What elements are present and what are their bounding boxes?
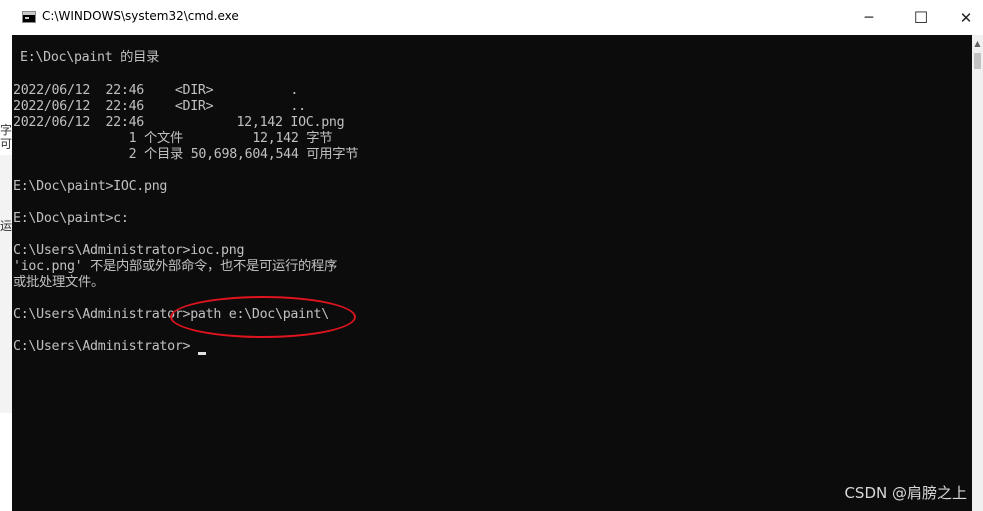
cmd-window: C:\WINDOWS\system32\cmd.exe ─ ☐ ✕ 字 可 运 … xyxy=(0,0,983,511)
console-line: 'ioc.png' 不是内部或外部命令，也不是可运行的程序 xyxy=(13,259,337,274)
vertical-scrollbar[interactable]: ▲ xyxy=(972,35,983,511)
console-line: E:\Doc\paint>IOC.png xyxy=(13,179,168,194)
background-window-strip: 字 可 运 xyxy=(0,35,12,511)
close-icon: ✕ xyxy=(959,8,973,27)
window-title: C:\WINDOWS\system32\cmd.exe xyxy=(42,9,239,23)
console-line: 或批处理文件。 xyxy=(13,275,104,290)
watermark: CSDN @肩膀之上 xyxy=(844,484,967,502)
scroll-thumb[interactable] xyxy=(974,53,981,69)
console-app-icon[interactable] xyxy=(22,11,36,23)
console-line: 2022/06/12 22:46 <DIR> .. xyxy=(13,99,306,114)
console-line: E:\Doc\paint>c: xyxy=(13,211,129,226)
console-command-line: C:\Users\Administrator>path e:\Doc\paint… xyxy=(13,307,329,322)
console-line: C:\Users\Administrator>ioc.png xyxy=(13,243,245,258)
maximize-icon: ☐ xyxy=(913,8,929,27)
close-button[interactable]: ✕ xyxy=(943,0,983,35)
text-cursor xyxy=(198,352,206,355)
background-text-fragment: 可 xyxy=(0,137,12,151)
scroll-up-arrow-icon[interactable]: ▲ xyxy=(972,37,983,51)
console-output[interactable]: E:\Doc\paint 的目录 2022/06/12 22:46 <DIR> … xyxy=(12,35,972,511)
minimize-icon: ─ xyxy=(864,9,874,26)
console-line: 2 个目录 50,698,604,544 可用字节 xyxy=(13,147,359,162)
background-text-fragment: 运 xyxy=(0,219,12,233)
console-line: 2022/06/12 22:46 <DIR> . xyxy=(13,83,299,98)
title-bar[interactable]: C:\WINDOWS\system32\cmd.exe ─ ☐ ✕ xyxy=(0,0,983,36)
console-line: 2022/06/12 22:46 12,142 IOC.png xyxy=(13,115,345,130)
minimize-button[interactable]: ─ xyxy=(846,0,892,35)
maximize-button[interactable]: ☐ xyxy=(898,0,944,35)
console-prompt: C:\Users\Administrator> xyxy=(13,339,191,354)
console-line: E:\Doc\paint 的目录 xyxy=(20,50,160,65)
console-line: 1 个文件 12,142 字节 xyxy=(13,131,333,146)
